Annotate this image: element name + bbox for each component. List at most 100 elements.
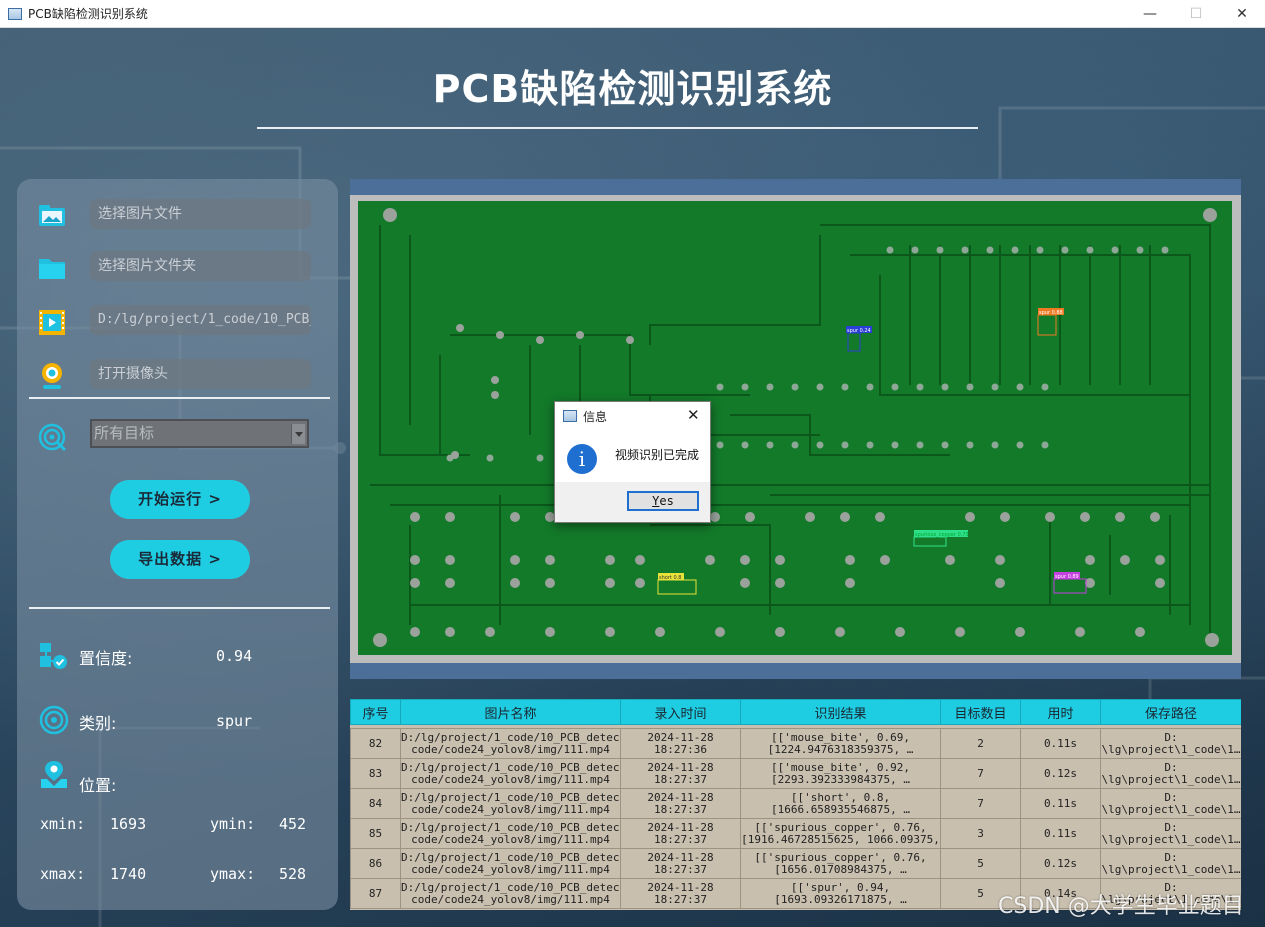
minimize-button[interactable]: — bbox=[1127, 0, 1173, 28]
camera-icon bbox=[42, 363, 62, 389]
table-row[interactable]: 83 D:/lg/project/1_code/10_PCB_detect/ co… bbox=[350, 758, 1241, 789]
cell-index: 87 bbox=[350, 878, 401, 909]
ymax-value: 528 bbox=[279, 865, 307, 883]
page-title: PCB缺陷检测识别系统 bbox=[432, 67, 833, 111]
results-table: 序号 图片名称 录入时间 识别结果 目标数目 用时 保存路径 82 D:/lg/p… bbox=[350, 699, 1241, 910]
dialog-app-icon bbox=[563, 410, 577, 422]
confidence-icon bbox=[40, 643, 67, 669]
cell-time: 2024-11-28 18:27:37 bbox=[620, 848, 741, 879]
detection-label-5: spur 0.89 bbox=[1055, 574, 1079, 580]
col-header-time[interactable]: 录入时间 bbox=[620, 699, 741, 725]
cell-count: 2 bbox=[940, 728, 1021, 759]
cell-index: 82 bbox=[350, 728, 401, 759]
cell-count: 7 bbox=[940, 758, 1021, 789]
export-button[interactable]: 导出数据 > bbox=[110, 540, 250, 579]
target-select[interactable]: 所有目标 bbox=[90, 419, 309, 448]
col-header-result[interactable]: 识别结果 bbox=[740, 699, 941, 725]
detection-label-4: short 0.8 bbox=[659, 575, 681, 581]
separator bbox=[29, 607, 330, 609]
cell-duration: 0.11s bbox=[1020, 728, 1101, 759]
app-icon bbox=[8, 7, 22, 20]
separator bbox=[29, 397, 330, 399]
location-icon bbox=[41, 761, 67, 788]
cell-time: 2024-11-28 18:27:37 bbox=[620, 758, 741, 789]
xmin-value: 1693 bbox=[110, 815, 147, 833]
cell-count: 7 bbox=[940, 788, 1021, 819]
cell-name: D:/lg/project/1_code/10_PCB_detect/ code… bbox=[400, 758, 621, 789]
table-row[interactable]: 84 D:/lg/project/1_code/10_PCB_detect/ co… bbox=[350, 788, 1241, 819]
window-title: PCB缺陷检测识别系统 bbox=[28, 7, 148, 21]
cell-name: D:/lg/project/1_code/10_PCB_detect/ code… bbox=[400, 818, 621, 849]
dialog-titlebar: 信息 ✕ bbox=[555, 402, 710, 430]
col-header-duration[interactable]: 用时 bbox=[1020, 699, 1101, 725]
cell-result: [['mouse_bite', 0.92, [2293.392333984375… bbox=[740, 758, 941, 789]
xmin-label: xmin: bbox=[40, 815, 86, 833]
video-file-row: D:/lg/project/1_code/10_PCB_detect/code/… bbox=[17, 305, 338, 339]
detection-label-1: spur 0.24 bbox=[847, 328, 871, 334]
dialog-yes-button[interactable]: Yes bbox=[627, 491, 699, 511]
cell-index: 83 bbox=[350, 758, 401, 789]
run-button[interactable]: 开始运行 > bbox=[110, 480, 250, 519]
video-file-icon bbox=[39, 310, 65, 335]
xmax-label: xmax: bbox=[40, 865, 86, 883]
cell-index: 86 bbox=[350, 848, 401, 879]
col-header-count[interactable]: 目标数目 bbox=[940, 699, 1021, 725]
col-header-path[interactable]: 保存路径 bbox=[1100, 699, 1241, 725]
yes-rest: es bbox=[659, 494, 674, 508]
cell-name: D:/lg/project/1_code/10_PCB_detect/ code… bbox=[400, 878, 621, 909]
watermark: CSDN @大学生毕业题目 bbox=[998, 894, 1244, 919]
cell-result: [['spur', 0.94, [1693.09326171875, … bbox=[740, 878, 941, 909]
table-row[interactable]: 86 D:/lg/project/1_code/10_PCB_detect/ co… bbox=[350, 848, 1241, 879]
category-value: spur bbox=[216, 712, 253, 730]
image-file-icon bbox=[39, 205, 65, 226]
cell-duration: 0.11s bbox=[1020, 818, 1101, 849]
cell-time: 2024-11-28 18:27:37 bbox=[620, 878, 741, 909]
dialog-body: i 视频识别已完成 bbox=[555, 430, 710, 482]
table-row[interactable]: 85 D:/lg/project/1_code/10_PCB_detect/ co… bbox=[350, 818, 1241, 849]
pcb-detection-image: spur 0.24 spur 0.88 spurious_copper 0.73… bbox=[350, 195, 1241, 663]
image-file-row: 选择图片文件 bbox=[17, 199, 338, 233]
cell-count: 3 bbox=[940, 818, 1021, 849]
cell-duration: 0.11s bbox=[1020, 788, 1101, 819]
image-folder-row: 选择图片文件夹 bbox=[17, 251, 338, 285]
cell-result: [['spurious_copper', 0.76, [1916.4672851… bbox=[740, 818, 941, 849]
col-header-name[interactable]: 图片名称 bbox=[400, 699, 621, 725]
info-icon: i bbox=[567, 444, 597, 474]
category-icon bbox=[39, 705, 69, 735]
maximize-button[interactable]: ☐ bbox=[1173, 0, 1219, 28]
cell-path: D: \lg\project\1_code\1… bbox=[1100, 788, 1241, 819]
image-file-input[interactable]: 选择图片文件 bbox=[90, 199, 311, 229]
close-button[interactable]: ✕ bbox=[1219, 0, 1265, 28]
cell-path: D: \lg\project\1_code\1… bbox=[1100, 758, 1241, 789]
chevron-down-icon[interactable] bbox=[291, 424, 305, 444]
cell-result: [['short', 0.8, [1666.658935546875, … bbox=[740, 788, 941, 819]
confidence-label: 置信度: bbox=[79, 649, 133, 668]
cell-time: 2024-11-28 18:27:36 bbox=[620, 728, 741, 759]
control-panel: 选择图片文件 选择图片文件夹 D:/lg/project/1_code/10_P… bbox=[17, 179, 338, 910]
cell-time: 2024-11-28 18:27:37 bbox=[620, 818, 741, 849]
title-divider bbox=[257, 127, 978, 129]
cell-result: [['mouse_bite', 0.69, [1224.947631835937… bbox=[740, 728, 941, 759]
cell-count: 5 bbox=[940, 848, 1021, 879]
camera-input[interactable]: 打开摄像头 bbox=[90, 359, 311, 389]
ymin-value: 452 bbox=[279, 815, 307, 833]
cell-index: 85 bbox=[350, 818, 401, 849]
ymax-label: ymax: bbox=[210, 865, 256, 883]
cell-duration: 0.12s bbox=[1020, 758, 1101, 789]
cell-path: D: \lg\project\1_code\1… bbox=[1100, 818, 1241, 849]
dialog-close-icon[interactable]: ✕ bbox=[687, 406, 700, 424]
cell-path: D: \lg\project\1_code\1… bbox=[1100, 848, 1241, 879]
table-row[interactable]: 82 D:/lg/project/1_code/10_PCB_detect/ co… bbox=[350, 728, 1241, 759]
image-folder-input[interactable]: 选择图片文件夹 bbox=[90, 251, 311, 281]
detection-label-3: spurious_copper 0.73 bbox=[915, 532, 969, 538]
target-select-value: 所有目标 bbox=[94, 424, 155, 442]
target-icon bbox=[38, 423, 67, 452]
ymin-label: ymin: bbox=[210, 815, 256, 833]
cell-path: D: \lg\project\1_code\1… bbox=[1100, 728, 1241, 759]
window-titlebar: PCB缺陷检测识别系统 bbox=[0, 0, 1265, 28]
cell-name: D:/lg/project/1_code/10_PCB_detect/ code… bbox=[400, 728, 621, 759]
video-file-input[interactable]: D:/lg/project/1_code/10_PCB_detect/code/… bbox=[90, 305, 311, 335]
col-header-index[interactable]: 序号 bbox=[350, 699, 401, 725]
cell-time: 2024-11-28 18:27:37 bbox=[620, 788, 741, 819]
table-header-row: 序号 图片名称 录入时间 识别结果 目标数目 用时 保存路径 bbox=[350, 699, 1241, 725]
